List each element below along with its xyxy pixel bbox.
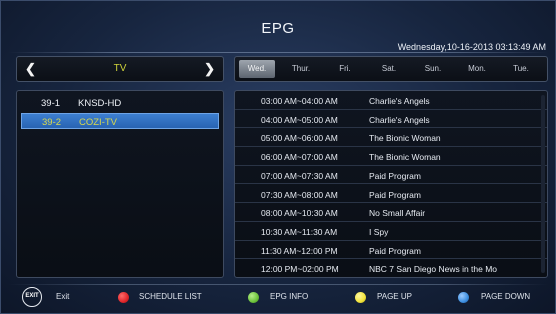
exit-label: Exit (56, 292, 70, 301)
page-down-label: PAGE DOWN (481, 292, 531, 301)
yellow-button-icon[interactable] (355, 292, 366, 303)
program-time: 12:00 PM~02:00 PM (261, 264, 339, 275)
program-time: 07:00 AM~07:30 AM (261, 170, 338, 181)
tab-wed[interactable]: Wed. (239, 60, 275, 78)
program-title: I Spy (369, 226, 389, 237)
current-datetime: Wednesday,10-16-2013 03:13:49 AM (397, 42, 546, 52)
program-list: 03:00 AM~04:00 AM Charlie's Angels 04:00… (234, 90, 548, 278)
program-title: Paid Program (369, 245, 421, 256)
footer-divider (8, 284, 548, 285)
channel-row[interactable]: 39-1 KNSD-HD (21, 95, 219, 111)
program-row[interactable]: 08:00 AM~10:30 AM No Small Affair (235, 203, 547, 222)
page-title: EPG (261, 20, 295, 37)
channel-number: 39-1 (41, 98, 61, 109)
program-row[interactable]: 10:30 AM~11:30 AM I Spy (235, 222, 547, 241)
day-tabs: Wed. Thur. Fri. Sat. Sun. Mon. Tue. (234, 56, 548, 82)
channel-list: 39-1 KNSD-HD 39-2 COZI-TV (16, 90, 224, 278)
blue-button-icon[interactable] (458, 292, 469, 303)
program-time: 05:00 AM~06:00 AM (261, 133, 338, 144)
program-row[interactable]: 03:00 AM~04:00 AM Charlie's Angels (235, 91, 547, 110)
schedule-list-label: SCHEDULE LIST (139, 292, 202, 301)
program-title: The Bionic Woman (369, 133, 441, 144)
program-row[interactable]: 07:30 AM~08:00 AM Paid Program (235, 185, 547, 204)
channel-number: 39-2 (42, 117, 62, 128)
program-row[interactable]: 06:00 AM~07:00 AM The Bionic Woman (235, 147, 547, 166)
program-time: 08:00 AM~10:30 AM (261, 208, 338, 219)
program-title: Charlie's Angels (369, 114, 430, 125)
category-label: TV (113, 63, 127, 74)
channel-row-selected[interactable]: 39-2 COZI-TV (21, 113, 219, 129)
program-time: 07:30 AM~08:00 AM (261, 189, 338, 200)
tab-thur[interactable]: Thur. (283, 60, 319, 78)
program-title: Paid Program (369, 170, 421, 181)
program-title: Paid Program (369, 189, 421, 200)
program-row[interactable]: 11:30 AM~12:00 PM Paid Program (235, 241, 547, 260)
tab-sat[interactable]: Sat. (371, 60, 407, 78)
green-button-icon[interactable] (248, 292, 259, 303)
program-row[interactable]: 12:00 PM~02:00 PM NBC 7 San Diego News i… (235, 259, 547, 277)
page-up-label: PAGE UP (377, 292, 412, 301)
exit-icon[interactable]: EXIT (22, 287, 42, 307)
program-time: 04:00 AM~05:00 AM (261, 114, 338, 125)
tab-fri[interactable]: Fri. (327, 60, 363, 78)
program-time: 03:00 AM~04:00 AM (261, 96, 338, 106)
channel-name: KNSD-HD (78, 98, 122, 109)
program-row[interactable]: 07:00 AM~07:30 AM Paid Program (235, 166, 547, 185)
program-title: NBC 7 San Diego News in the Mo (369, 264, 498, 275)
program-time: 11:30 AM~12:00 PM (261, 245, 338, 256)
program-title: The Bionic Woman (369, 152, 441, 163)
epg-info-label: EPG INFO (270, 292, 309, 301)
tab-mon[interactable]: Mon. (459, 60, 495, 78)
category-selector[interactable]: ❮ TV ❯ (16, 56, 224, 82)
program-title: Charlie's Angels (369, 96, 430, 106)
program-time: 10:30 AM~11:30 AM (261, 226, 338, 237)
program-title: No Small Affair (369, 208, 426, 219)
program-time: 06:00 AM~07:00 AM (261, 152, 338, 163)
chevron-right-icon[interactable]: ❯ (204, 61, 215, 77)
program-row[interactable]: 04:00 AM~05:00 AM Charlie's Angels (235, 110, 547, 129)
tab-sun[interactable]: Sun. (415, 60, 451, 78)
header-divider (8, 52, 548, 53)
channel-name: COZI-TV (79, 117, 117, 128)
red-button-icon[interactable] (118, 292, 129, 303)
tab-tue[interactable]: Tue. (503, 60, 539, 78)
program-row[interactable]: 05:00 AM~06:00 AM The Bionic Woman (235, 128, 547, 148)
program-scrollbar[interactable] (541, 95, 545, 273)
